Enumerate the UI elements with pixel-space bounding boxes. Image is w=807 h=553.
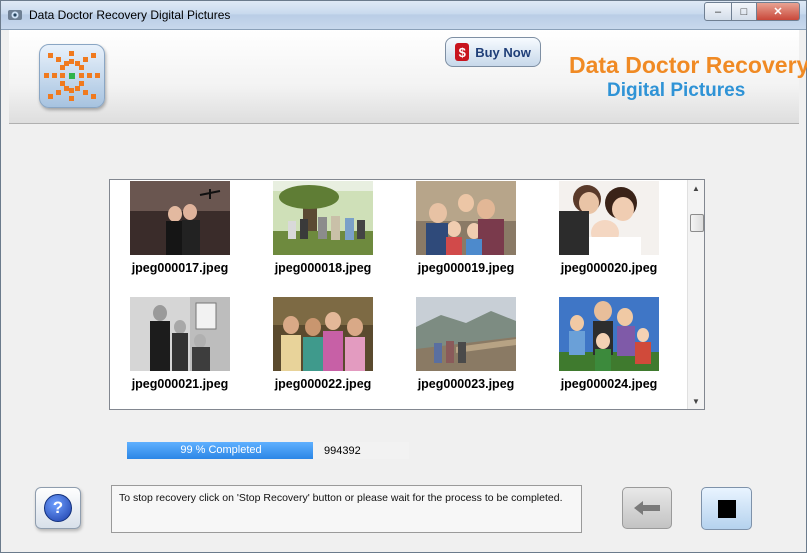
photo-thumbnail [559,297,659,371]
stop-recovery-button[interactable] [701,487,752,530]
progress-label: 99 % Completed [180,444,262,456]
recovery-progress-bar: 99 % Completed [127,442,409,459]
window-controls: – □ ✕ [704,2,800,21]
photo-thumbnail [273,297,373,371]
file-name: jpeg000021.jpeg [131,377,229,391]
window-title: Data Doctor Recovery Digital Pictures [29,8,231,22]
scroll-down-arrow-icon[interactable]: ▼ [688,393,704,409]
file-name: jpeg000023.jpeg [417,377,515,391]
minimize-icon: – [714,5,722,18]
stop-icon [717,499,736,518]
maximize-icon: □ [740,5,748,18]
file-name: jpeg000019.jpeg [417,261,515,275]
photo-thumbnail [559,181,659,255]
back-button[interactable] [622,487,672,529]
photo-thumbnail [130,297,230,371]
recovered-pictures-list[interactable]: jpeg000017.jpeg jpeg000018.jpeg jpeg0000… [109,179,705,410]
recovered-count: 994392 [324,445,361,457]
status-message-box: To stop recovery click on 'Stop Recovery… [111,485,582,533]
app-logo [39,44,105,108]
file-name: jpeg000017.jpeg [131,261,229,275]
left-arrow-icon [634,501,660,515]
file-name: jpeg000024.jpeg [560,377,658,391]
buy-now-button[interactable]: $ Buy Now [445,37,541,67]
header-banner: $ Buy Now Data Doctor Recovery Digital P… [9,30,807,124]
scroll-up-arrow-icon[interactable]: ▲ [688,180,704,196]
close-button[interactable]: ✕ [757,2,800,21]
brand-title: Data Doctor Recovery [569,52,807,78]
app-window: Data Doctor Recovery Digital Pictures – … [0,0,807,553]
photo-thumbnail [416,181,516,255]
close-icon: ✕ [773,6,783,18]
maximize-button[interactable]: □ [732,2,757,21]
brand-subtitle: Digital Pictures [607,80,746,101]
question-mark-icon: ? [44,494,72,522]
file-name: jpeg000018.jpeg [274,261,372,275]
gallery-scrollbar[interactable]: ▲ ▼ [687,180,704,409]
scroll-thumb[interactable] [690,214,704,232]
minimize-button[interactable]: – [704,2,732,21]
photo-thumbnail [130,181,230,255]
recovery-logo-icon [44,51,100,101]
title-bar[interactable]: Data Doctor Recovery Digital Pictures – … [1,1,806,30]
buy-now-label: Buy Now [475,44,531,60]
file-name: jpeg000022.jpeg [274,377,372,391]
photo-thumbnail [273,181,373,255]
help-button[interactable]: ? [35,487,81,529]
status-message: To stop recovery click on 'Stop Recovery… [119,492,563,504]
photo-thumbnail [416,297,516,371]
file-name: jpeg000020.jpeg [560,261,658,275]
app-icon [8,10,22,20]
dollar-icon: $ [455,43,470,61]
